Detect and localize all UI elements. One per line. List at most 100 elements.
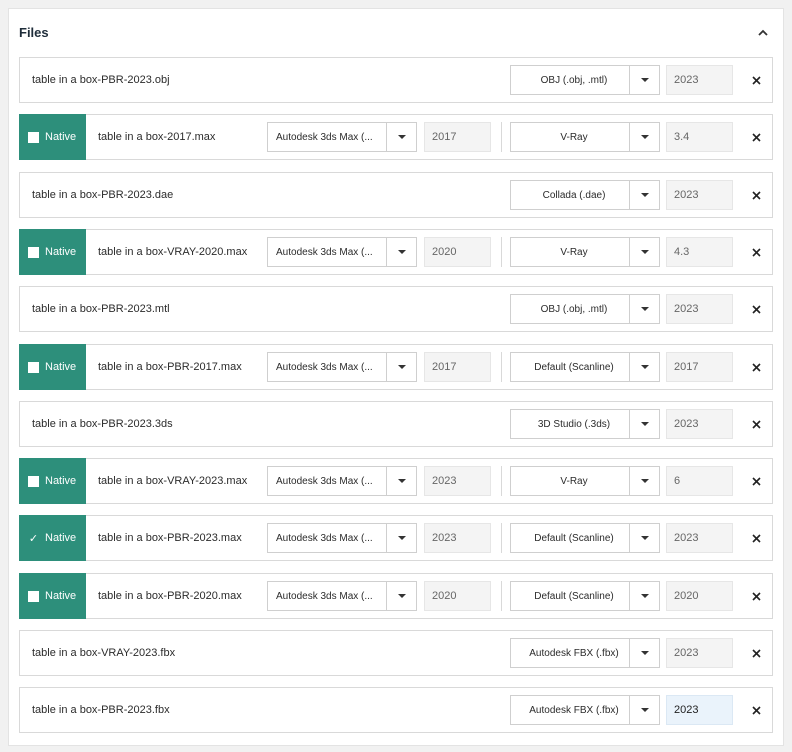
chevron-down-icon bbox=[629, 467, 659, 495]
renderer-select[interactable]: Autodesk FBX (.fbx) bbox=[510, 638, 660, 668]
file-name: table in a box-PBR-2023.max bbox=[98, 532, 242, 544]
renderer-select[interactable]: V-Ray bbox=[510, 466, 660, 496]
file-name: table in a box-VRAY-2023.max bbox=[98, 475, 248, 487]
file-row: table in a box-PBR-2023.dae Collada (.da… bbox=[19, 172, 773, 218]
remove-button[interactable] bbox=[746, 471, 766, 491]
renderer-select[interactable]: V-Ray bbox=[510, 237, 660, 267]
renderer-version-field[interactable]: 2017 bbox=[666, 352, 733, 382]
application-value: Autodesk 3ds Max (... bbox=[276, 246, 373, 258]
close-icon bbox=[751, 533, 761, 543]
chevron-down-icon bbox=[386, 123, 416, 151]
native-toggle[interactable]: Native bbox=[19, 114, 86, 160]
application-select[interactable]: Autodesk 3ds Max (... bbox=[267, 237, 417, 267]
native-toggle[interactable]: Native bbox=[19, 458, 86, 504]
chevron-down-icon bbox=[629, 639, 659, 667]
chevron-down-icon bbox=[629, 123, 659, 151]
checkbox-icon bbox=[28, 590, 39, 602]
application-select[interactable]: Autodesk 3ds Max (... bbox=[267, 466, 417, 496]
renderer-select[interactable]: V-Ray bbox=[510, 122, 660, 152]
remove-button[interactable] bbox=[746, 357, 766, 377]
close-icon bbox=[751, 247, 761, 257]
chevron-down-icon bbox=[629, 696, 659, 724]
remove-button[interactable] bbox=[746, 643, 766, 663]
application-value: Autodesk 3ds Max (... bbox=[276, 532, 373, 544]
application-value: Autodesk 3ds Max (... bbox=[276, 131, 373, 143]
application-select[interactable]: Autodesk 3ds Max (... bbox=[267, 122, 417, 152]
application-version-field[interactable]: 2023 bbox=[424, 466, 491, 496]
file-row: table in a box-PBR-2023.mtl OBJ (.obj, .… bbox=[19, 286, 773, 332]
remove-button[interactable] bbox=[746, 586, 766, 606]
application-select[interactable]: Autodesk 3ds Max (... bbox=[267, 352, 417, 382]
application-value: Autodesk 3ds Max (... bbox=[276, 361, 373, 373]
file-row: table in a box-PBR-2023.3ds 3D Studio (.… bbox=[19, 401, 773, 447]
application-select[interactable]: Autodesk 3ds Max (... bbox=[267, 523, 417, 553]
renderer-select[interactable]: Autodesk FBX (.fbx) bbox=[510, 695, 660, 725]
application-version-field[interactable]: 2020 bbox=[424, 237, 491, 267]
renderer-value: Default (Scanline) bbox=[534, 361, 614, 373]
renderer-version-field[interactable]: 2023 bbox=[666, 65, 733, 95]
collapse-button[interactable] bbox=[753, 22, 773, 42]
chevron-down-icon bbox=[386, 238, 416, 266]
file-name: table in a box-2017.max bbox=[98, 131, 216, 143]
divider bbox=[501, 237, 502, 267]
renderer-value: Collada (.dae) bbox=[542, 189, 606, 201]
remove-button[interactable] bbox=[746, 70, 766, 90]
remove-button[interactable] bbox=[746, 299, 766, 319]
renderer-select[interactable]: Default (Scanline) bbox=[510, 523, 660, 553]
panel-header: Files bbox=[9, 9, 783, 55]
remove-button[interactable] bbox=[746, 185, 766, 205]
native-toggle[interactable]: Native bbox=[19, 229, 86, 275]
file-name: table in a box-PBR-2023.obj bbox=[32, 74, 170, 86]
remove-button[interactable] bbox=[746, 242, 766, 262]
renderer-value: OBJ (.obj, .mtl) bbox=[540, 74, 608, 86]
file-name: table in a box-PBR-2020.max bbox=[98, 590, 242, 602]
renderer-select[interactable]: Default (Scanline) bbox=[510, 352, 660, 382]
renderer-value: Default (Scanline) bbox=[534, 532, 614, 544]
remove-button[interactable] bbox=[746, 528, 766, 548]
application-select[interactable]: Autodesk 3ds Max (... bbox=[267, 581, 417, 611]
close-icon bbox=[751, 362, 761, 372]
renderer-version-field[interactable]: 4.3 bbox=[666, 237, 733, 267]
close-icon bbox=[751, 75, 761, 85]
renderer-version-field[interactable]: 6 bbox=[666, 466, 733, 496]
renderer-version-field[interactable]: 2020 bbox=[666, 581, 733, 611]
chevron-down-icon bbox=[386, 467, 416, 495]
remove-button[interactable] bbox=[746, 127, 766, 147]
renderer-select[interactable]: Collada (.dae) bbox=[510, 180, 660, 210]
application-version-field[interactable]: 2023 bbox=[424, 523, 491, 553]
renderer-version-field[interactable]: 3.4 bbox=[666, 122, 733, 152]
chevron-down-icon bbox=[629, 295, 659, 323]
application-version-field[interactable]: 2017 bbox=[424, 352, 491, 382]
renderer-select[interactable]: OBJ (.obj, .mtl) bbox=[510, 65, 660, 95]
renderer-version-field[interactable]: 2023 bbox=[666, 180, 733, 210]
checkbox-icon bbox=[28, 361, 39, 373]
files-panel: Files table in a box-PBR-2023.obj OBJ (.… bbox=[8, 8, 784, 746]
remove-button[interactable] bbox=[746, 414, 766, 434]
renderer-value: V-Ray bbox=[560, 131, 588, 143]
renderer-version-field[interactable]: 2023 bbox=[666, 523, 733, 553]
application-version-field[interactable]: 2017 bbox=[424, 122, 491, 152]
chevron-down-icon bbox=[629, 181, 659, 209]
file-name: table in a box-PBR-2023.dae bbox=[32, 189, 174, 201]
checkbox-icon bbox=[28, 131, 39, 143]
native-toggle[interactable]: Native bbox=[19, 344, 86, 390]
native-toggle[interactable]: ✓ Native bbox=[19, 515, 86, 561]
remove-button[interactable] bbox=[746, 700, 766, 720]
file-name: table in a box-PBR-2017.max bbox=[98, 361, 242, 373]
renderer-version-field[interactable]: 2023 bbox=[666, 638, 733, 668]
application-version-field[interactable]: 2020 bbox=[424, 581, 491, 611]
renderer-select[interactable]: OBJ (.obj, .mtl) bbox=[510, 294, 660, 324]
renderer-version-field[interactable]: 2023 bbox=[666, 409, 733, 439]
application-value: Autodesk 3ds Max (... bbox=[276, 590, 373, 602]
native-toggle[interactable]: Native bbox=[19, 573, 86, 619]
checkbox-icon bbox=[28, 475, 39, 487]
close-icon bbox=[751, 419, 761, 429]
renderer-select[interactable]: Default (Scanline) bbox=[510, 581, 660, 611]
native-label: Native bbox=[45, 361, 77, 373]
close-icon bbox=[751, 190, 761, 200]
renderer-select[interactable]: 3D Studio (.3ds) bbox=[510, 409, 660, 439]
renderer-version-field[interactable]: 2023 bbox=[666, 294, 733, 324]
chevron-down-icon bbox=[386, 524, 416, 552]
file-row: Native table in a box-PBR-2017.max Autode… bbox=[19, 344, 773, 390]
renderer-version-field[interactable]: 2023 bbox=[666, 695, 733, 725]
